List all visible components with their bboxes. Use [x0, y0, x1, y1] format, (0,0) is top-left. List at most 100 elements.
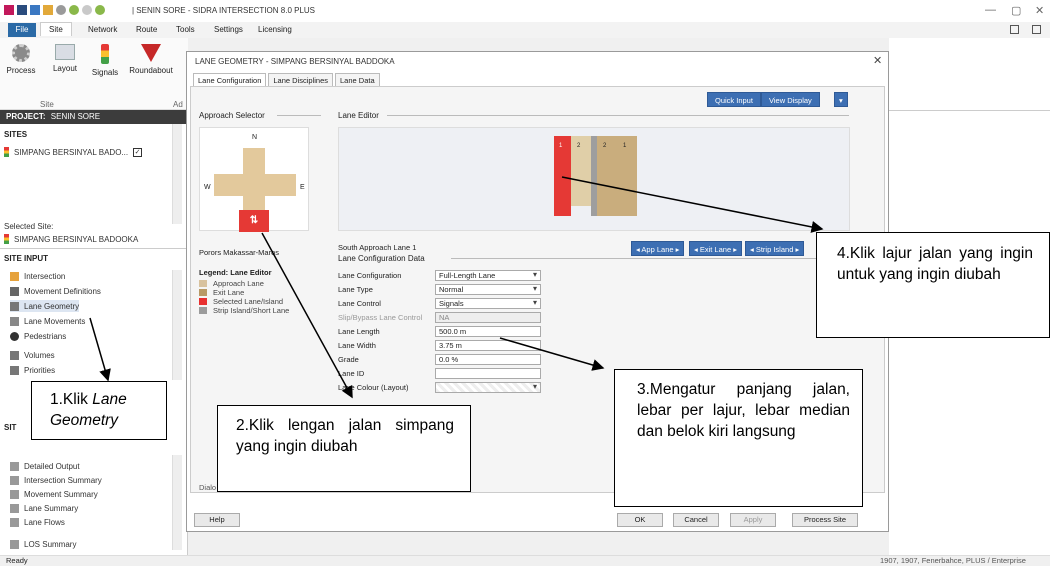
lane-configuration-select[interactable]: Full-Length Lane [435, 270, 541, 281]
legend-swatch [199, 307, 207, 314]
nav-los-summary[interactable]: LOS Summary [10, 538, 76, 550]
legend-approach-lane: Approach Lane [199, 279, 289, 288]
approach-name: Porors Makassar-Maros [199, 248, 280, 257]
network-icon[interactable] [95, 5, 105, 15]
sites-scrollbar[interactable] [172, 124, 182, 224]
signals-button[interactable]: Signals [90, 44, 120, 77]
save-all-icon[interactable] [30, 5, 40, 15]
compass-east: E [300, 184, 305, 191]
ribbon: Process Layout Signals Roundabout Site A… [0, 38, 188, 110]
divider [277, 115, 321, 116]
dialog-close-button[interactable]: ✕ [873, 54, 882, 67]
panel-toggle-icon[interactable] [1010, 25, 1019, 34]
south-approach-selected[interactable]: ⇅ [239, 210, 269, 232]
east-west-road[interactable] [214, 174, 296, 196]
grade-input[interactable]: 0.0 % [435, 354, 541, 365]
dialog-link[interactable]: Dialo [199, 483, 216, 492]
restore-button[interactable]: ▢ [1011, 4, 1021, 17]
site-output-heading: SIT [4, 423, 17, 432]
menu-tools[interactable]: Tools [176, 25, 195, 34]
site-checkbox[interactable]: ✓ [133, 147, 143, 157]
lane-id-input[interactable] [435, 368, 541, 379]
layout-toggle-icon[interactable] [1032, 25, 1041, 34]
lane-colour-select[interactable] [435, 382, 541, 393]
ok-button[interactable]: OK [617, 513, 663, 527]
lane-width-input[interactable]: 3.75 m [435, 340, 541, 351]
nav-lane-summary[interactable]: Lane Summary [10, 502, 78, 514]
menu-file[interactable]: File [8, 23, 36, 37]
process-icon[interactable] [69, 5, 79, 15]
site-input-scrollbar[interactable] [172, 270, 182, 380]
menu-route[interactable]: Route [136, 25, 157, 34]
approach-lane-2[interactable]: 2 [571, 136, 591, 206]
menu-settings[interactable]: Settings [214, 25, 243, 34]
roundabout-button[interactable]: Roundabout [126, 44, 176, 75]
minimize-button[interactable]: — [985, 4, 996, 16]
selected-site[interactable]: SIMPANG BERSINYAL BADOOKA [4, 233, 138, 245]
menu-site[interactable]: Site [40, 22, 72, 36]
open-folder-icon[interactable] [43, 5, 53, 15]
nav-detailed-output[interactable]: Detailed Output [10, 460, 80, 472]
lane-control-select[interactable]: Signals [435, 298, 541, 309]
lane-type-select[interactable]: Normal [435, 284, 541, 295]
lane-colour-label: Lane Colour (Layout) [338, 383, 409, 392]
site-list-item[interactable]: SIMPANG BERSINYAL BADO... ✓ [4, 146, 143, 158]
strip-island-nav[interactable]: ◂ Strip Island ▸ [745, 241, 805, 256]
view-display-dropdown[interactable]: ▾ [834, 92, 848, 107]
selected-approach-lane[interactable]: 1 [554, 136, 571, 216]
settings-icon[interactable] [56, 5, 66, 15]
site-name: SIMPANG BERSINYAL BADO... [14, 147, 129, 157]
ribbon-group-site: Site [40, 100, 54, 109]
divider [0, 248, 188, 249]
menu-bar: File Site Network Route Tools Settings L… [0, 22, 1050, 38]
process-site-button[interactable]: Process Site [792, 513, 858, 527]
view-display-button[interactable]: View Display [761, 92, 820, 107]
traffic-light-icon [4, 147, 9, 157]
yield-sign-icon [141, 44, 161, 62]
cancel-button[interactable]: Cancel [673, 513, 719, 527]
priorities-icon [10, 365, 19, 375]
lane-editor-canvas: 1 2 2 1 [338, 127, 850, 231]
process-button[interactable]: Process [6, 44, 36, 75]
exit-lane-nav[interactable]: ◂ Exit Lane ▸ [689, 241, 742, 256]
exit-lane-2[interactable]: 2 [597, 136, 617, 216]
lane-number: 2 [577, 143, 581, 149]
nav-intersection[interactable]: Intersection [10, 270, 65, 282]
apply-button[interactable]: Apply [730, 513, 776, 527]
approach-selector: N W E ⇅ [199, 127, 309, 232]
menu-network[interactable]: Network [88, 25, 117, 34]
quick-input-button[interactable]: Quick Input [707, 92, 761, 107]
dialog-title: LANE GEOMETRY - SIMPANG BERSINYAL BADDOK… [195, 57, 395, 66]
lane-length-input[interactable]: 500.0 m [435, 326, 541, 337]
nav-movement-definitions[interactable]: Movement Definitions [10, 285, 101, 297]
help-button[interactable]: Help [194, 513, 240, 527]
nav-volumes[interactable]: Volumes [10, 349, 55, 361]
gear-icon [12, 44, 30, 62]
project-header[interactable]: PROJECT: SENIN SORE [0, 110, 188, 124]
save-icon[interactable] [17, 5, 27, 15]
nav-priorities[interactable]: Priorities [10, 364, 55, 376]
lane-movements-icon [10, 316, 19, 326]
nav-intersection-summary[interactable]: Intersection Summary [10, 474, 102, 486]
traffic-light-icon [101, 44, 109, 64]
close-window-button[interactable]: ✕ [1035, 4, 1044, 17]
exit-lane-1[interactable]: 1 [617, 136, 637, 216]
layout-button[interactable]: Layout [50, 44, 80, 73]
app-lane-nav[interactable]: ◂ App Lane ▸ [631, 241, 685, 256]
document-icon [10, 475, 19, 485]
nav-lane-geometry[interactable]: Lane Geometry [10, 300, 80, 312]
menu-licensing[interactable]: Licensing [258, 25, 292, 34]
options-icon[interactable] [82, 5, 92, 15]
layout-label: Layout [52, 64, 78, 73]
nav-lane-movements[interactable]: Lane Movements [10, 315, 85, 327]
lane-geometry-icon [10, 301, 19, 311]
legend-strip-island: Strip Island/Short Lane [199, 306, 289, 315]
nav-label: Movement Summary [24, 489, 98, 499]
project-name: SENIN SORE [50, 112, 101, 121]
traffic-light-icon [4, 234, 9, 244]
output-scrollbar[interactable] [172, 455, 182, 550]
nav-movement-summary[interactable]: Movement Summary [10, 488, 98, 500]
nav-lane-flows[interactable]: Lane Flows [10, 516, 65, 528]
nav-pedestrians[interactable]: Pedestrians [10, 330, 66, 342]
pedestrian-icon [10, 331, 19, 341]
